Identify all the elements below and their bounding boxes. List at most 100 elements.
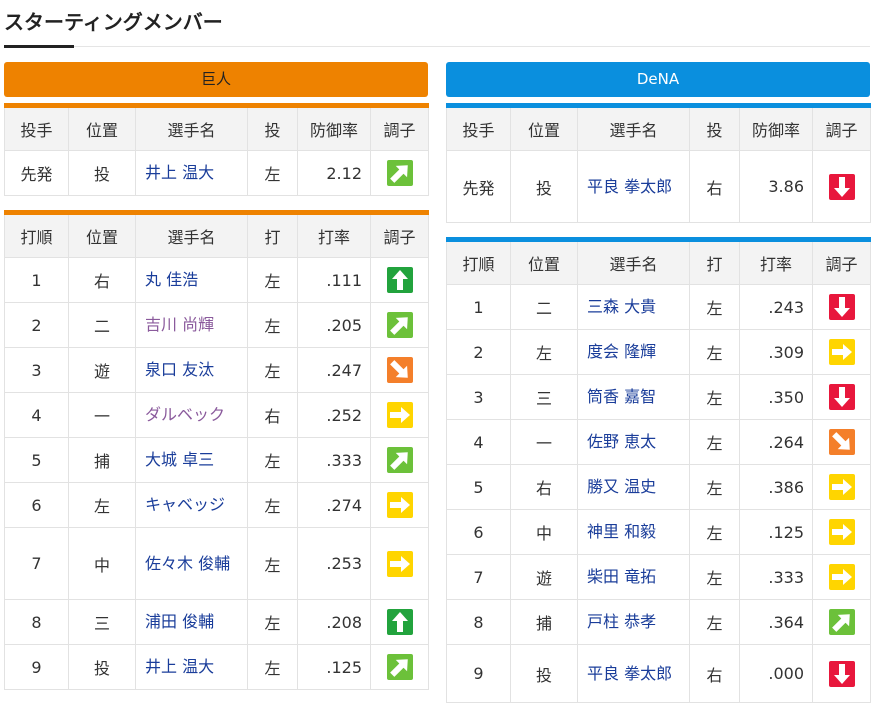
col-header: 打 [247, 212, 298, 258]
batter-row: 4 一佐野 恵太左 .264 [446, 419, 871, 465]
batting-order: 6 [446, 509, 511, 555]
col-header: 調子 [812, 105, 871, 151]
bat-hand: 左 [247, 527, 298, 600]
batting-average: .111 [297, 257, 371, 303]
arrow-up-right-icon [386, 160, 413, 186]
batting-average: .208 [297, 599, 371, 645]
position: 遊 [68, 347, 136, 393]
condition [812, 554, 871, 600]
position: 投 [510, 644, 578, 703]
player-name-link[interactable]: 神里 和毅 [577, 509, 690, 555]
arrow-down-right-icon [386, 357, 413, 383]
position: 右 [510, 464, 578, 510]
bat-hand: 左 [247, 347, 298, 393]
col-header: 位置 [510, 105, 578, 151]
away-team-name: DeNA [446, 62, 870, 97]
player-name-link[interactable]: 佐野 恵太 [577, 419, 690, 465]
bat-hand: 左 [247, 302, 298, 348]
arrow-right-icon [828, 474, 855, 500]
player-name-link[interactable]: ダルベック [135, 392, 248, 438]
batting-order: 8 [4, 599, 69, 645]
position: 三 [68, 599, 136, 645]
pitcher-name-link[interactable]: 平良 拳太郎 [577, 150, 690, 223]
condition [370, 347, 429, 393]
batting-order: 9 [446, 644, 511, 703]
col-header: 投 [247, 105, 298, 151]
batter-row: 6 左キャベッジ左 .274 [4, 482, 429, 528]
batter-row: 7 中佐々木 俊輔左 .253 [4, 527, 429, 600]
batter-row: 7 遊柴田 竜拓左 .333 [446, 554, 871, 600]
col-header: 打順 [4, 212, 69, 258]
position: 中 [68, 527, 136, 600]
batting-order: 1 [4, 257, 69, 303]
player-name-link[interactable]: 浦田 俊輔 [135, 599, 248, 645]
bat-hand: 左 [689, 329, 740, 375]
condition [812, 374, 871, 420]
batter-row: 4 一ダルベック右 .252 [4, 392, 429, 438]
batting-order: 2 [446, 329, 511, 375]
col-header: 選手名 [135, 212, 248, 258]
condition [370, 257, 429, 303]
batting-average: .333 [739, 554, 813, 600]
player-name-link[interactable]: 佐々木 俊輔 [135, 527, 248, 600]
arrow-up-icon [386, 267, 413, 293]
batter-row: 9 投井上 温大左 .125 [4, 644, 429, 690]
player-name-link[interactable]: 平良 拳太郎 [577, 644, 690, 703]
arrow-right-icon [828, 339, 855, 365]
batting-order: 4 [446, 419, 511, 465]
col-header: 打 [689, 239, 740, 285]
title-accent-bar [4, 45, 74, 48]
batting-order: 9 [4, 644, 69, 690]
bat-hand: 右 [247, 392, 298, 438]
pitcher-condition [370, 150, 429, 196]
arrow-right-icon [828, 564, 855, 590]
player-name-link[interactable]: 度会 隆輝 [577, 329, 690, 375]
player-name-link[interactable]: 泉口 友汰 [135, 347, 248, 393]
player-name-link[interactable]: 三森 大貴 [577, 284, 690, 330]
position: 捕 [68, 437, 136, 483]
condition [812, 419, 871, 465]
player-name-link[interactable]: 勝又 温史 [577, 464, 690, 510]
home-pitcher-table: 投手 位置 選手名 投 防御率 調子 先発 投 井上 温大 左 2.12 [4, 103, 429, 196]
batter-row: 2 二吉川 尚輝左 .205 [4, 302, 429, 348]
bat-hand: 左 [689, 284, 740, 330]
home-team-name: 巨人 [4, 62, 428, 97]
player-name-link[interactable]: 井上 温大 [135, 644, 248, 690]
player-name-link[interactable]: 柴田 竜拓 [577, 554, 690, 600]
position: 一 [68, 392, 136, 438]
player-name-link[interactable]: 戸柱 恭孝 [577, 599, 690, 645]
col-header: 選手名 [577, 105, 690, 151]
batter-row: 8 三浦田 俊輔左 .208 [4, 599, 429, 645]
bat-hand: 左 [689, 599, 740, 645]
bat-hand: 左 [247, 644, 298, 690]
batter-row: 5 捕大城 卓三左 .333 [4, 437, 429, 483]
pitcher-era: 2.12 [297, 150, 371, 196]
batting-average: .243 [739, 284, 813, 330]
col-header: 調子 [812, 239, 871, 285]
position: 右 [68, 257, 136, 303]
arrow-up-right-icon [386, 654, 413, 680]
position: 二 [510, 284, 578, 330]
player-name-link[interactable]: 吉川 尚輝 [135, 302, 248, 348]
condition [812, 644, 871, 703]
col-header: 位置 [510, 239, 578, 285]
home-pitcher-row: 先発 投 井上 温大 左 2.12 [4, 150, 429, 196]
pitcher-name-link[interactable]: 井上 温大 [135, 150, 248, 196]
batting-average: .274 [297, 482, 371, 528]
home-pitcher-header-row: 投手 位置 選手名 投 防御率 調子 [4, 105, 429, 151]
player-name-link[interactable]: 筒香 嘉智 [577, 374, 690, 420]
col-header: 投手 [4, 105, 69, 151]
batter-row: 8 捕戸柱 恭孝左 .364 [446, 599, 871, 645]
bat-hand: 左 [689, 419, 740, 465]
batting-average: .253 [297, 527, 371, 600]
away-pitcher-row: 先発 投 平良 拳太郎 右 3.86 [446, 150, 871, 223]
player-name-link[interactable]: キャベッジ [135, 482, 248, 528]
arrow-down-icon [828, 660, 855, 687]
batter-row: 2 左度会 隆輝左 .309 [446, 329, 871, 375]
player-name-link[interactable]: 大城 卓三 [135, 437, 248, 483]
position: 一 [510, 419, 578, 465]
player-name-link[interactable]: 丸 佳浩 [135, 257, 248, 303]
bat-hand: 右 [689, 644, 740, 703]
condition [370, 437, 429, 483]
batter-row: 6 中神里 和毅左 .125 [446, 509, 871, 555]
